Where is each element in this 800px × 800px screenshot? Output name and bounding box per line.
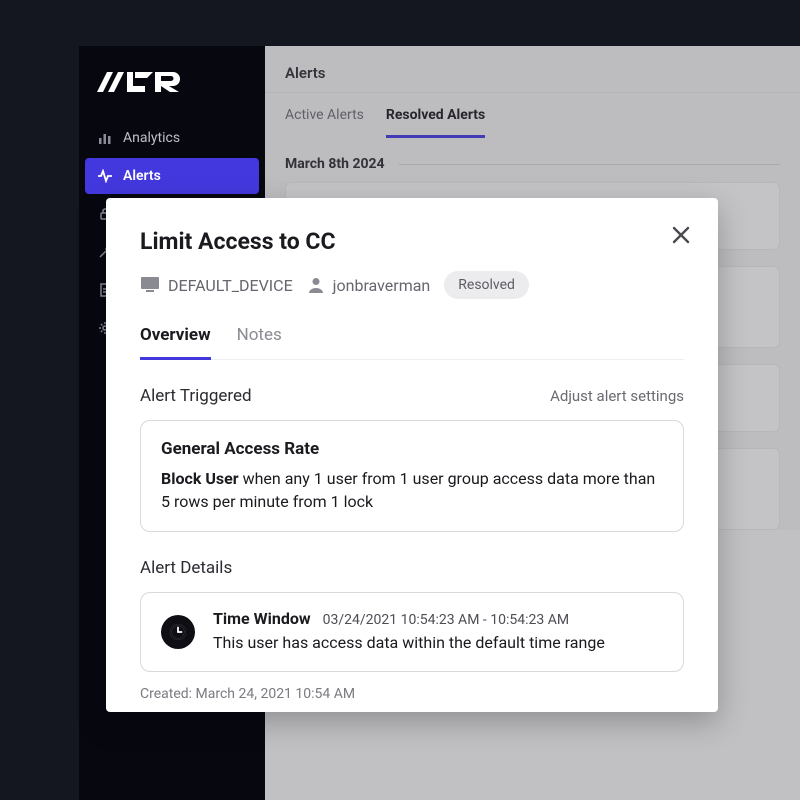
detail-timestamp: 03/24/2021 10:54:23 AM - 10:54:23 AM [323, 612, 569, 628]
detail-description: This user has access data within the def… [213, 632, 663, 654]
alert-detail-modal: Limit Access to CC DEFAULT_DEVICE jonbra… [106, 198, 718, 712]
sidebar-item-label: Alerts [123, 168, 161, 184]
rule-action: Block User [161, 469, 239, 488]
brand-logo [79, 62, 265, 120]
rule-title: General Access Rate [161, 439, 663, 459]
modal-meta: DEFAULT_DEVICE jonbraverman Resolved [140, 271, 684, 299]
section-title: Alert Triggered [140, 386, 252, 406]
tab-overview[interactable]: Overview [140, 321, 211, 360]
user-name: jonbraverman [333, 276, 431, 295]
device-meta: DEFAULT_DEVICE [140, 276, 293, 295]
section-alert-details: Alert Details Time Window 03/24/2021 10:… [140, 558, 684, 701]
modal-title: Limit Access to CC [140, 228, 684, 255]
created-timestamp: Created: March 24, 2021 10:54 AM [140, 686, 684, 702]
device-name: DEFAULT_DEVICE [168, 276, 293, 295]
section-title: Alert Details [140, 558, 232, 578]
sidebar-item-label: Analytics [123, 130, 180, 146]
detail-card: Time Window 03/24/2021 10:54:23 AM - 10:… [140, 592, 684, 671]
rule-description: Block User when any 1 user from 1 user g… [161, 467, 663, 513]
bar-chart-icon [97, 130, 113, 146]
close-button[interactable] [664, 218, 698, 252]
status-badge: Resolved [444, 271, 529, 299]
detail-label: Time Window [213, 609, 311, 628]
user-meta: jonbraverman [307, 276, 431, 295]
rule-card: General Access Rate Block User when any … [140, 420, 684, 532]
sidebar-item-alerts[interactable]: Alerts [85, 158, 259, 194]
adjust-alert-settings-link[interactable]: Adjust alert settings [550, 387, 684, 405]
modal-tabs: Overview Notes [140, 321, 684, 360]
activity-icon [97, 168, 113, 184]
monitor-icon [140, 276, 160, 294]
sidebar-item-analytics[interactable]: Analytics [85, 120, 259, 156]
user-icon [307, 276, 325, 294]
tab-notes[interactable]: Notes [237, 321, 282, 359]
clock-icon [161, 615, 195, 649]
section-alert-triggered: Alert Triggered Adjust alert settings Ge… [140, 386, 684, 532]
